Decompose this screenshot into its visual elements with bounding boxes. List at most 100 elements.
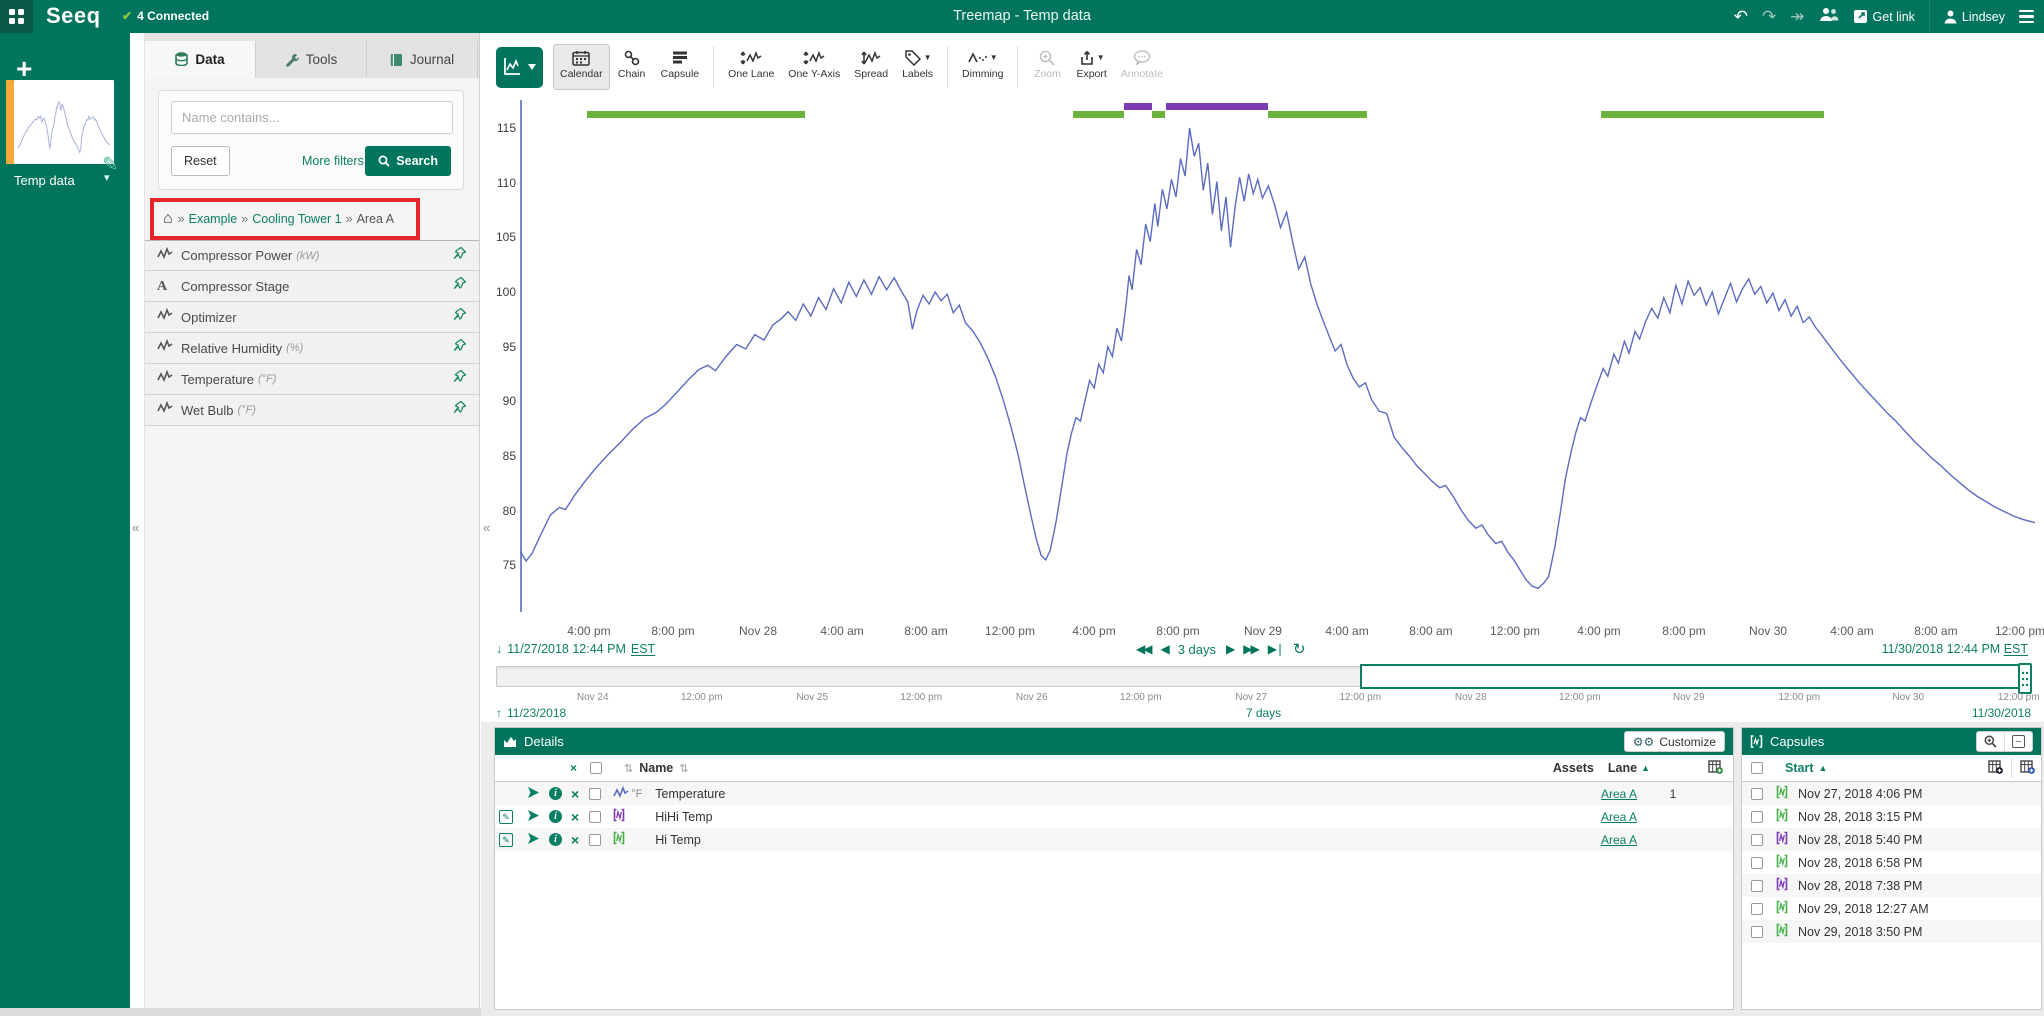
lane-column-label[interactable]: Lane [1608, 761, 1637, 775]
select-all-checkbox[interactable] [590, 762, 602, 774]
signal-list-item[interactable]: Temperature (°F) [145, 364, 479, 395]
redo-icon[interactable]: ↷ [1762, 8, 1776, 25]
toolbar-button-chain[interactable]: Chain [610, 44, 654, 90]
add-worksheet-button[interactable]: + [16, 55, 32, 83]
investigate-end[interactable]: 11/30/2018 [1972, 706, 2031, 720]
toolbar-button-one-y-axis[interactable]: One Y-Axis [781, 44, 847, 90]
signal-list-item[interactable]: Optimizer [145, 302, 479, 333]
pin-icon[interactable] [452, 246, 467, 266]
capsule-checkbox[interactable] [1751, 834, 1763, 846]
pin-icon[interactable] [452, 307, 467, 327]
worksheet-label[interactable]: Temp data [14, 173, 75, 188]
range-start[interactable]: ↓ 11/27/2018 12:44 PMEST [496, 642, 655, 656]
hamburger-menu-icon[interactable] [2019, 10, 2034, 24]
capsule-row[interactable]: Nov 28, 2018 6:58 PM [1742, 851, 2041, 874]
remove-icon[interactable]: × [571, 809, 579, 825]
users-icon[interactable] [1819, 7, 1839, 27]
pin-icon[interactable] [452, 338, 467, 358]
capsule-row[interactable]: Nov 27, 2018 4:06 PM [1742, 782, 2041, 805]
capsule-checkbox[interactable] [1751, 926, 1763, 938]
pin-icon[interactable] [452, 369, 467, 389]
collapse-panel-button[interactable]: – [2004, 732, 2032, 751]
toolbar-button-one-lane[interactable]: One Lane [721, 44, 781, 90]
pin-icon[interactable] [452, 276, 467, 296]
assets-column-label[interactable]: Assets [1553, 761, 1594, 775]
range-end[interactable]: 11/30/2018 12:44 PM EST [1882, 642, 2028, 656]
undo-icon[interactable]: ↶ [1734, 8, 1748, 25]
tab-data[interactable]: Data [145, 41, 256, 78]
navigate-icon[interactable] [527, 832, 540, 848]
investigate-duration[interactable]: 7 days [496, 706, 2031, 720]
step-to-end-icon[interactable]: ▶❘ [1268, 642, 1283, 656]
breadcrumb-example[interactable]: Example [189, 212, 238, 226]
home-grid-button[interactable] [0, 0, 33, 33]
step-forward-all-icon[interactable]: ▶▶ [1243, 642, 1257, 656]
search-input[interactable] [171, 101, 453, 134]
seeq-logo[interactable]: Seeq [46, 3, 101, 29]
collapse-left-icon[interactable]: « [132, 520, 139, 535]
toolbar-button-dimming[interactable]: ▼ Dimming [955, 44, 1010, 90]
scrollbar-strip[interactable] [0, 1008, 481, 1016]
timeline-selection[interactable] [1360, 664, 2031, 689]
step-forward-icon[interactable]: ▶ [1226, 642, 1233, 656]
capsule-checkbox[interactable] [1751, 857, 1763, 869]
info-icon[interactable]: i [549, 810, 562, 823]
remove-icon[interactable]: × [571, 832, 579, 848]
asset-link[interactable]: Area A [1601, 810, 1637, 824]
view-selector-button[interactable] [496, 47, 543, 88]
name-column-label[interactable]: Name [639, 761, 673, 775]
edit-icon[interactable]: ✎ [499, 810, 513, 824]
edit-icon[interactable]: ✎ [499, 833, 513, 847]
breadcrumb-cooling-tower-1[interactable]: Cooling Tower 1 [252, 212, 341, 226]
capsule-row[interactable]: Nov 29, 2018 12:27 AM [1742, 897, 2041, 920]
step-back-all-icon[interactable]: ◀◀ [1136, 642, 1150, 656]
asset-link[interactable]: Area A [1601, 787, 1637, 801]
navigate-icon[interactable] [527, 809, 540, 825]
toolbar-button-export[interactable]: ▼ Export [1069, 44, 1113, 90]
capsule-checkbox[interactable] [1751, 788, 1763, 800]
redo-all-icon[interactable]: ↠ [1790, 8, 1804, 25]
capsule-checkbox[interactable] [1751, 903, 1763, 915]
capsule-row[interactable]: Nov 28, 2018 5:40 PM [1742, 828, 2041, 851]
reset-button[interactable]: Reset [171, 146, 230, 176]
asset-link[interactable]: Area A [1601, 833, 1637, 847]
step-back-icon[interactable]: ◀ [1160, 642, 1167, 656]
signal-list-item[interactable]: Compressor Power (kW) [145, 240, 479, 271]
signal-list-item[interactable]: Wet Bulb (°F) [145, 395, 479, 426]
details-row[interactable]: ✎ i × HiHi Temp Area A [495, 805, 1733, 828]
info-icon[interactable]: i [549, 787, 562, 800]
refresh-icon[interactable]: ↻ [1293, 640, 1306, 658]
pin-icon[interactable] [452, 400, 467, 420]
signal-list-item[interactable]: Relative Humidity (%) [145, 333, 479, 364]
sort-icon[interactable]: ⇅ [679, 762, 688, 775]
add-column-icon[interactable] [1988, 760, 2003, 777]
signal-list-item[interactable]: A Compressor Stage [145, 271, 479, 302]
user-menu[interactable]: Lindsey [1944, 10, 2005, 24]
row-checkbox[interactable] [589, 811, 601, 823]
remove-all-icon[interactable]: × [570, 761, 590, 775]
capsule-row[interactable]: Nov 28, 2018 7:38 PM [1742, 874, 2041, 897]
more-filters-link[interactable]: More filters ▾ [302, 153, 374, 168]
chevron-down-icon[interactable]: ▾ [104, 171, 110, 184]
select-all-capsules-checkbox[interactable] [1751, 762, 1763, 774]
home-icon[interactable]: ⌂ [163, 210, 173, 228]
row-checkbox[interactable] [589, 834, 601, 846]
get-link-button[interactable]: Get link [1853, 9, 1915, 24]
row-checkbox[interactable] [589, 788, 601, 800]
search-button[interactable]: Search [365, 146, 451, 176]
details-row[interactable]: i × °F Temperature Area A 1 [495, 782, 1733, 805]
tab-journal[interactable]: Journal [367, 41, 478, 78]
timeline-handle[interactable] [2018, 663, 2032, 694]
duration-label[interactable]: 3 days [1178, 642, 1216, 657]
toolbar-button-labels[interactable]: ▼ Labels [895, 44, 940, 90]
toolbar-button-spread[interactable]: Spread [847, 44, 895, 90]
zoom-capsule-icon[interactable] [1977, 732, 2004, 751]
toolbar-button-calendar[interactable]: Calendar [553, 44, 610, 90]
capsule-row[interactable]: Nov 28, 2018 3:15 PM [1742, 805, 2041, 828]
add-column-icon[interactable] [1708, 760, 1723, 777]
add-column-icon[interactable] [2020, 760, 2035, 777]
trend-chart[interactable]: 1151101051009590858075 4:00 pm8:00 pmNov… [480, 92, 2044, 652]
sort-icon[interactable]: ⇅ [624, 762, 633, 775]
tab-tools[interactable]: Tools [256, 41, 367, 78]
remove-icon[interactable]: × [571, 786, 579, 802]
